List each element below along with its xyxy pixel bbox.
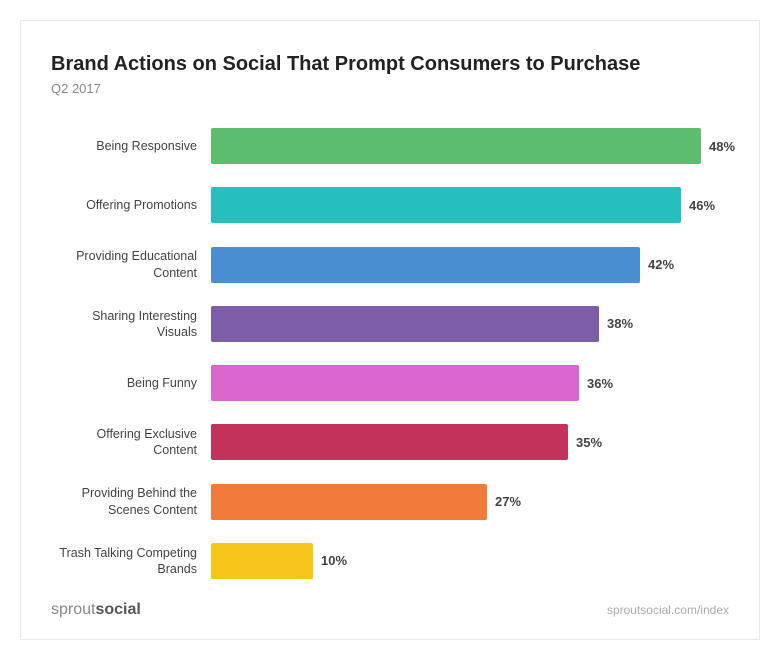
bar-track: 27%: [211, 484, 729, 520]
bar-track: 48%: [211, 128, 735, 164]
bar-fill: [211, 247, 640, 283]
bar-track: 42%: [211, 247, 729, 283]
bar-row: Being Responsive48%: [51, 124, 729, 168]
bar-value: 10%: [321, 553, 347, 568]
chart-subtitle: Q2 2017: [51, 81, 729, 96]
bar-value: 36%: [587, 376, 613, 391]
bar-label: Being Funny: [51, 375, 211, 391]
chart-container: Brand Actions on Social That Prompt Cons…: [20, 20, 760, 640]
bar-row: Offering Exclusive Content 35%: [51, 420, 729, 464]
bar-track: 46%: [211, 187, 729, 223]
bar-label: Offering Promotions: [51, 197, 211, 213]
chart-title: Brand Actions on Social That Prompt Cons…: [51, 51, 729, 77]
bar-label: Providing Behind the Scenes Content: [51, 485, 211, 518]
bar-fill: [211, 543, 313, 579]
bar-track: 35%: [211, 424, 729, 460]
bar-value: 42%: [648, 257, 674, 272]
bar-label: Offering Exclusive Content: [51, 426, 211, 459]
bar-fill: [211, 128, 701, 164]
bar-value: 27%: [495, 494, 521, 509]
footer-url: sproutsocial.com/index: [607, 603, 729, 617]
bar-row: Trash Talking Competing Brands 10%: [51, 539, 729, 583]
bar-row: Sharing Interesting Visuals 38%: [51, 302, 729, 346]
brand-logo: sproutsocial: [51, 601, 141, 619]
bar-value: 35%: [576, 435, 602, 450]
bar-label: Sharing Interesting Visuals: [51, 308, 211, 341]
bar-fill: [211, 187, 681, 223]
bar-row: Offering Promotions 46%: [51, 183, 729, 227]
bar-label: Trash Talking Competing Brands: [51, 545, 211, 578]
bar-value: 38%: [607, 316, 633, 331]
bar-fill: [211, 484, 487, 520]
bar-track: 36%: [211, 365, 729, 401]
chart-footer: sproutsocial sproutsocial.com/index: [51, 601, 729, 619]
bar-row: Providing Educational Content 42%: [51, 243, 729, 287]
bar-row: Being Funny 36%: [51, 361, 729, 405]
bar-fill: [211, 424, 568, 460]
bar-value: 48%: [709, 139, 735, 154]
bars-area: Being Responsive48% Offering Promotions 46…: [51, 124, 729, 583]
bar-track: 10%: [211, 543, 729, 579]
bar-label: Providing Educational Content: [51, 248, 211, 281]
bar-fill: [211, 365, 579, 401]
bar-value: 46%: [689, 198, 715, 213]
bar-track: 38%: [211, 306, 729, 342]
bar-fill: [211, 306, 599, 342]
bar-row: Providing Behind the Scenes Content 27%: [51, 480, 729, 524]
bar-label: Being Responsive: [51, 138, 211, 154]
